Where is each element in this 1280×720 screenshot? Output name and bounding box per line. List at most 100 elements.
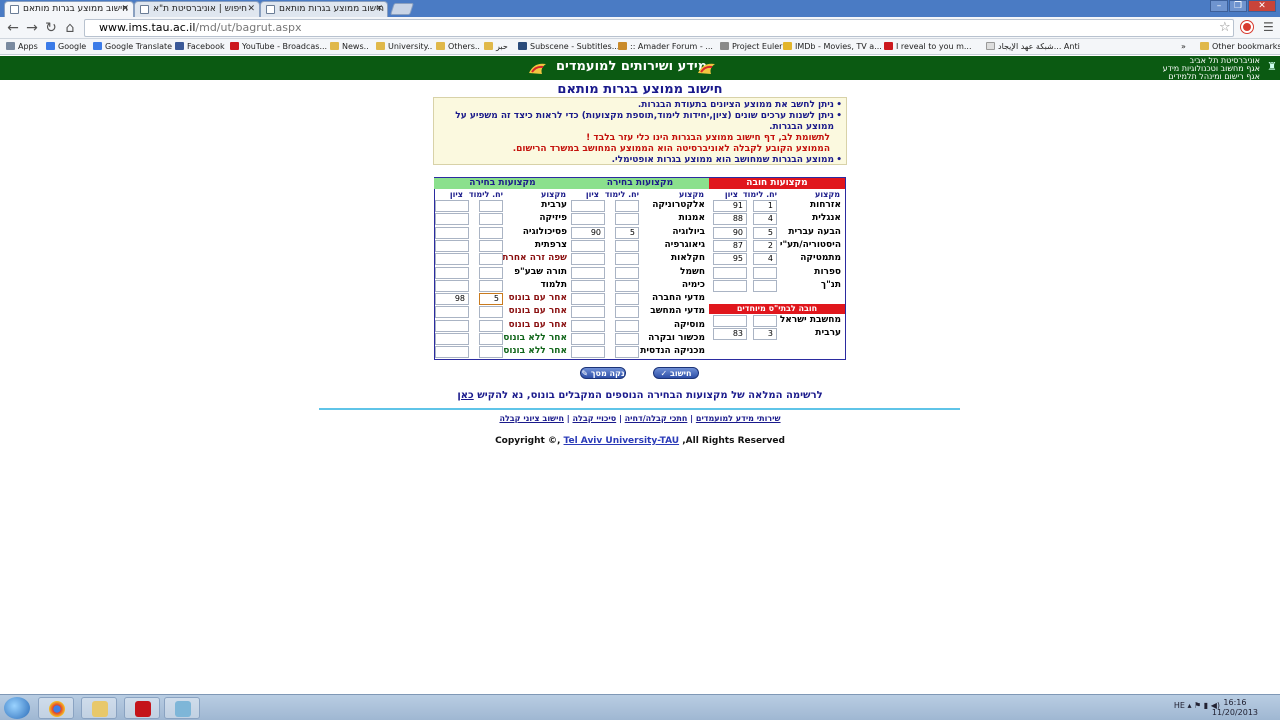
units-input[interactable]: [615, 333, 639, 345]
footer-link[interactable]: חתכי קבלה/דחיה: [625, 414, 688, 423]
close-tab-icon[interactable]: ✕: [247, 2, 255, 16]
grade-input[interactable]: 90: [571, 226, 605, 239]
units-input[interactable]: 1: [753, 200, 777, 212]
bookmark-item[interactable]: Others..: [436, 39, 480, 54]
units-input[interactable]: 5: [615, 226, 639, 239]
units-input[interactable]: [615, 200, 639, 212]
reload-icon[interactable]: ↻: [42, 19, 60, 37]
grade-input[interactable]: [435, 266, 469, 279]
bookmark-item[interactable]: University..: [376, 39, 432, 54]
minimize-icon[interactable]: –: [1210, 0, 1228, 12]
browser-tab[interactable]: חיפוש | אוניברסיטת ת"א ✕: [134, 1, 260, 17]
grade-input[interactable]: [571, 293, 605, 306]
tau-link[interactable]: Tel Aviv University-TAU: [564, 436, 680, 446]
bookmark-item[interactable]: Subscene - Subtitles...: [518, 39, 619, 54]
bookmark-item[interactable]: Google Translate: [93, 39, 172, 54]
grade-input[interactable]: [571, 306, 605, 319]
grade-input[interactable]: [713, 266, 747, 279]
grade-input[interactable]: [435, 279, 469, 292]
grade-input[interactable]: [571, 333, 605, 345]
units-input[interactable]: [479, 279, 503, 292]
units-input[interactable]: 5: [479, 293, 503, 306]
bookmark-item[interactable]: Apps: [6, 39, 38, 54]
grade-input[interactable]: [571, 239, 605, 252]
grade-input[interactable]: [571, 266, 605, 279]
units-input[interactable]: 5: [753, 226, 777, 239]
units-input[interactable]: [615, 319, 639, 332]
clock[interactable]: 16:16 11/20/2013: [1212, 698, 1258, 718]
grade-input[interactable]: 88: [713, 213, 747, 226]
grade-input[interactable]: [435, 346, 469, 359]
clear-screen-button[interactable]: נקה מסך ✎: [580, 367, 626, 379]
grade-input[interactable]: [571, 279, 605, 292]
forward-icon[interactable]: →: [23, 19, 41, 37]
units-input[interactable]: [479, 319, 503, 332]
explorer-taskbar-icon[interactable]: [81, 697, 117, 719]
extension-icon[interactable]: [1241, 21, 1253, 33]
grade-input[interactable]: [713, 315, 747, 327]
footer-link[interactable]: סיכויי קבלה: [572, 414, 616, 423]
chrome-taskbar-icon[interactable]: [38, 697, 74, 719]
units-input[interactable]: [479, 213, 503, 226]
close-window-icon[interactable]: ✕: [1248, 0, 1276, 12]
units-input[interactable]: [753, 266, 777, 279]
units-input[interactable]: [615, 279, 639, 292]
new-tab-button[interactable]: [390, 3, 414, 15]
bookmark-item[interactable]: :: Amader Forum - ...: [618, 39, 713, 54]
bookmark-item[interactable]: حبر: [484, 39, 508, 54]
grade-input[interactable]: [435, 306, 469, 319]
bookmark-item[interactable]: Google: [46, 39, 86, 54]
units-input[interactable]: [479, 226, 503, 239]
browser-tab[interactable]: חישוב ממוצע בגרות מותאם ✕: [260, 1, 388, 17]
back-icon[interactable]: ←: [4, 19, 22, 37]
units-input[interactable]: [479, 266, 503, 279]
more-bookmarks-icon[interactable]: »: [1181, 39, 1186, 54]
grade-input[interactable]: 87: [713, 239, 747, 252]
units-input[interactable]: [479, 253, 503, 266]
menu-icon[interactable]: ☰: [1263, 20, 1274, 34]
units-input[interactable]: 2: [753, 239, 777, 252]
grade-input[interactable]: [571, 213, 605, 226]
bookmark-star-icon[interactable]: ☆: [1219, 20, 1231, 35]
bookmark-item[interactable]: IMDb - Movies, TV a...: [783, 39, 882, 54]
units-input[interactable]: [615, 346, 639, 359]
close-tab-icon[interactable]: ✕: [121, 2, 129, 16]
grade-input[interactable]: 95: [713, 253, 747, 266]
footer-link[interactable]: שירותי מידע למועמדים: [696, 414, 781, 423]
units-input[interactable]: 4: [753, 253, 777, 266]
acrobat-taskbar-icon[interactable]: [124, 697, 160, 719]
grade-input[interactable]: 98: [435, 293, 469, 306]
grade-input[interactable]: 90: [713, 226, 747, 239]
grade-input[interactable]: [435, 253, 469, 266]
grade-input[interactable]: [571, 319, 605, 332]
units-input[interactable]: [753, 315, 777, 327]
grade-input[interactable]: [713, 279, 747, 292]
app-taskbar-icon[interactable]: [164, 697, 200, 719]
grade-input[interactable]: [435, 319, 469, 332]
grade-input[interactable]: [435, 239, 469, 252]
grade-input[interactable]: [435, 333, 469, 345]
units-input[interactable]: [615, 266, 639, 279]
units-input[interactable]: [615, 306, 639, 319]
browser-tab[interactable]: חישוב ממוצע בגרות מותאם ✕: [4, 1, 134, 17]
bookmark-item[interactable]: I reveal to you m...: [884, 39, 972, 54]
footer-link[interactable]: חישוב ציוני קבלה: [499, 414, 564, 423]
bookmark-item[interactable]: Project Euler: [720, 39, 782, 54]
units-input[interactable]: [479, 306, 503, 319]
bookmark-item[interactable]: YouTube - Broadcas...: [230, 39, 327, 54]
bookmark-item[interactable]: News..: [330, 39, 369, 54]
grade-input[interactable]: [435, 226, 469, 239]
grade-input[interactable]: [435, 200, 469, 212]
home-icon[interactable]: ⌂: [61, 19, 79, 37]
grade-input[interactable]: [571, 346, 605, 359]
grade-input[interactable]: [571, 200, 605, 212]
bookmark-item[interactable]: شبكة عهد الإيجاد... Anti: [986, 39, 1080, 54]
start-button[interactable]: [4, 697, 30, 719]
close-tab-icon[interactable]: ✕: [375, 2, 383, 16]
units-input[interactable]: 3: [753, 328, 777, 341]
units-input[interactable]: [479, 333, 503, 345]
bookmark-item[interactable]: Other bookmarks: [1200, 39, 1280, 54]
calculate-button[interactable]: חישוב ✓: [653, 367, 699, 379]
grade-input[interactable]: 91: [713, 200, 747, 212]
units-input[interactable]: 4: [753, 213, 777, 226]
